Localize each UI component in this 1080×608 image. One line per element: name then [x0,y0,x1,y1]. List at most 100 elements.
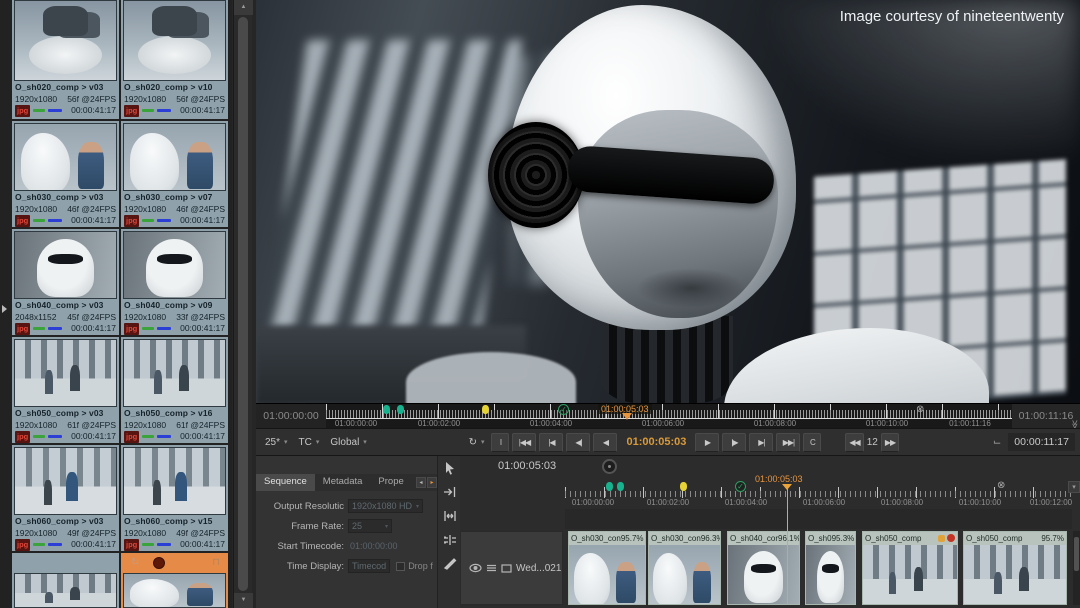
subtab-scroll-left-icon[interactable]: ◂ [416,477,426,488]
marker-check-icon[interactable]: ✓ [558,404,569,415]
bin-item[interactable]: O_sh030_comp > v03 1920x108046f @24FPS j… [12,121,119,227]
frame-rate-dropdown[interactable]: 25▾ [348,519,392,533]
marker-tag-green[interactable] [397,405,404,414]
viewer-playhead[interactable] [622,413,632,420]
razor-tool-icon[interactable] [438,552,462,576]
play-backward-button[interactable]: ◀ [593,433,617,452]
marker-tag-yellow[interactable] [482,405,489,414]
subtab-scroll-right-icon[interactable]: ▸ [427,477,437,488]
ruler-tick-label: 01:00:02:00 [640,498,696,507]
timeline-clip-name: O_sh030_con [571,534,621,543]
bin-item[interactable]: O_sh050_comp > v16 1920x108061f @24FPS j… [121,337,228,443]
marker-tag-green[interactable] [383,405,390,414]
play-button[interactable]: ▶ [695,433,719,452]
clip-timecode: 00:00:41:17 [71,539,116,551]
timecode-mode-dropdown[interactable]: TC▾ [295,435,324,450]
track-header[interactable]: Wed...021 [460,531,563,605]
bin-item[interactable]: O_sh020_comp > v10 1920x108056f @24FPS j… [121,0,228,119]
browser-scrollbar[interactable]: ▲ ▼ [233,0,252,608]
mark-in-button[interactable]: I [491,433,509,452]
clip-resolution: 1920x1080 [124,94,166,106]
timeline-clip-name: O_sh050_comp [865,534,921,543]
bin-item[interactable]: O_sh030_comp > v07 1920x108046f @24FPS j… [121,121,228,227]
track-layers-icon[interactable] [486,563,497,573]
clip-frames: 61f @24FPS [176,420,225,432]
fps-dropdown[interactable]: 25*▾ [261,435,292,450]
viewer-scrub-ruler[interactable]: 01:00:00:00 01:00:02:00 01:00:04:00 01:0… [326,404,1012,429]
timeline-clip[interactable]: O_sh040_cor96.1% [727,531,800,605]
bin-item[interactable]: O_sh040_comp > v09 1920x108033f @24FPS j… [121,229,228,335]
drop-frame-checkbox[interactable] [396,562,405,571]
timeline-options-button[interactable]: ▾ [1068,481,1080,493]
timeline-clip[interactable]: O_sh050_comp95.7% [963,531,1067,605]
subtab-properties[interactable]: Prope [370,474,411,491]
marker-cross-icon[interactable]: ⊗ [997,480,1005,491]
clip-frames: 33f @24FPS [176,312,225,324]
move-tool-icon[interactable] [438,480,462,504]
timeline-clip[interactable]: O_sh095.3% [805,531,856,605]
channel-bar-blue [48,435,62,438]
jump-back-frames-button[interactable]: ◀◀ [845,433,863,452]
timeline-clip-thumbnail [728,545,799,604]
timeline-playhead-label: 01:00:05:03 [755,474,803,484]
bin-item[interactable]: O_sh060_comp > v03 1920x108049f @24FPS j… [12,445,119,551]
timeline-ruler[interactable]: 01:00:00:00 01:00:02:00 01:00:04:00 01:0… [565,479,1072,509]
viewer-timeline-ruler: 01:00:00:00 01:00:00:00 01:00:02:00 01:0… [256,403,1080,428]
marker-check-icon[interactable]: ✓ [735,481,746,492]
clip-name: O_sh060_comp > v15 [124,516,225,528]
next-edit-button[interactable]: ▶| [749,433,773,452]
channel-bar-green [33,543,45,546]
go-to-start-button[interactable]: |◀◀ [512,433,536,452]
ruler-tick-label: 01:00:08:00 [747,419,803,428]
marker-tag-yellow[interactable] [680,482,687,491]
jump-forward-frames-button[interactable]: ▶▶ [881,433,899,452]
range-mode-dropdown[interactable]: Global▾ [326,435,370,450]
bin-item[interactable]: O_sh040_comp > v03 2048x115245f @24FPS j… [12,229,119,335]
previous-edit-button[interactable]: |◀ [539,433,563,452]
bin-item[interactable] [12,553,119,608]
step-back-button[interactable]: ◀| [566,433,590,452]
channel-bar-green [142,109,154,112]
track-visibility-icon[interactable] [469,563,482,573]
clip-frames: 61f @24FPS [67,420,116,432]
bin-item-selected[interactable]: ↻ ⊓ [121,553,228,608]
multi-tool-icon[interactable] [438,456,462,480]
go-to-end-button[interactable]: ▶▶| [776,433,800,452]
timeline-vertical-scrollbar[interactable] [1073,531,1080,605]
marker-tag-green[interactable] [606,482,613,491]
channel-bar-blue [48,543,62,546]
bin-item[interactable]: O_sh050_comp > v03 1920x108061f @24FPS j… [12,337,119,443]
clip-frames: 56f @24FPS [176,94,225,106]
timeline-clip[interactable]: O_sh030_con96.3% [648,531,721,605]
start-timecode-field[interactable]: 01:00:00:00 [348,540,400,552]
bin-item[interactable]: O_sh020_comp > v03 1920x108056f @24FPS j… [12,0,119,119]
loop-mode-icon[interactable]: ↻▾ [465,435,489,450]
scrollbar-thumb[interactable] [238,17,248,591]
clip-timecode: 00:00:41:17 [180,539,225,551]
output-resolution-dropdown[interactable]: 1920x1080 HD▾ [348,499,423,513]
subtab-metadata[interactable]: Metadata [315,474,371,491]
clip-name: O_sh050_comp > v03 [15,408,116,420]
timeline-playhead-line[interactable] [787,484,788,605]
marker-cross-icon[interactable]: ⊗ [916,404,924,415]
timeline-clip[interactable]: O_sh030_con95.7% [568,531,646,605]
timeline-current-timecode[interactable]: 01:00:05:03 [498,460,556,472]
scroll-up-button[interactable]: ▲ [234,0,253,15]
scroll-down-button[interactable]: ▼ [234,593,253,608]
time-display-button[interactable]: Timecod [348,559,390,573]
trim-tool-icon[interactable] [438,504,462,528]
channel-bar-blue [157,327,171,330]
subtab-sequence[interactable]: Sequence [256,474,315,491]
bin-item[interactable]: O_sh060_comp > v15 1920x108049f @24FPS j… [121,445,228,551]
frame-step-value[interactable]: 12 [867,437,878,448]
timeline-clip[interactable]: O_sh050_comp [862,531,958,605]
step-forward-button[interactable]: |▶ [722,433,746,452]
empty-track-lane [565,509,1072,529]
clip-mode-button[interactable]: C [803,433,821,452]
sync-target-button[interactable] [602,459,617,474]
scrollbar-thumb[interactable] [1074,537,1079,571]
marker-tag-green[interactable] [617,482,624,491]
clip-thumbnail [123,123,226,191]
slip-tool-icon[interactable] [438,528,462,552]
ruler-tick-label: 01:00:04:00 [523,419,579,428]
